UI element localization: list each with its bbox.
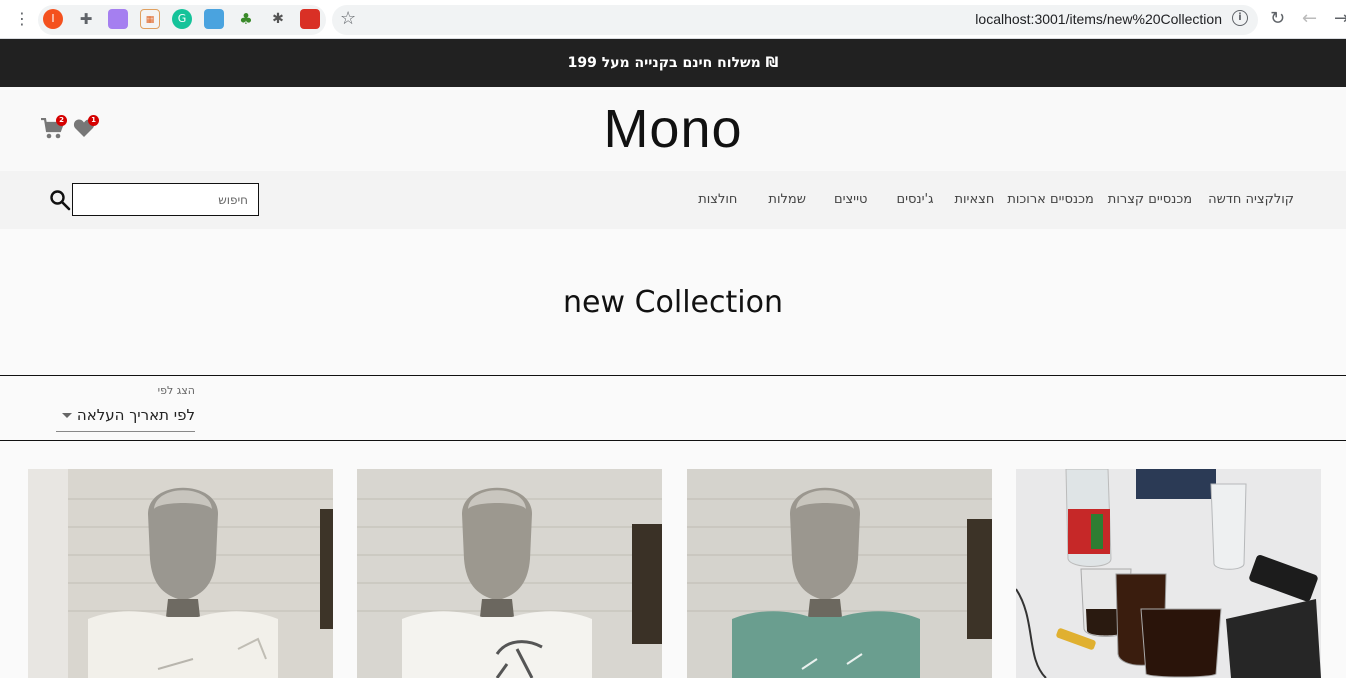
url-text[interactable]: localhost:3001/items/new%20Collection	[975, 11, 1222, 27]
extension-icon-7[interactable]	[300, 9, 320, 29]
promo-banner: משלוח חינם בקנייה מעל 199 ₪	[0, 39, 1346, 87]
site-info-icon[interactable]: i	[1232, 10, 1248, 26]
nav-item-2[interactable]: מכנסיים קצרות	[1108, 171, 1192, 229]
cart-count-badge: 2	[56, 115, 67, 126]
extension-icon-2[interactable]: ▦	[140, 9, 160, 29]
more-vert-icon[interactable]: ⋮	[14, 9, 30, 29]
sort-label: הצג לפי	[157, 384, 195, 397]
extension-icon-1[interactable]	[108, 9, 128, 29]
product-card[interactable]	[687, 469, 992, 678]
nav-items: קולקציה חדשה מכנסיים קצרות מכנסיים ארוכות ח…	[698, 171, 1294, 229]
tree-extension-icon[interactable]: ♣	[236, 9, 256, 29]
reload-icon[interactable]: ↻	[1270, 8, 1285, 29]
product-card[interactable]	[1016, 469, 1321, 678]
product-image[interactable]	[687, 469, 992, 678]
product-card[interactable]	[357, 469, 662, 678]
page-title: new Collection	[563, 285, 783, 320]
product-card[interactable]	[28, 469, 333, 678]
forward-arrow-icon[interactable]: →	[1334, 8, 1346, 29]
product-image[interactable]	[357, 469, 662, 678]
site-logo[interactable]: Mono	[0, 97, 1346, 161]
nav-item-1[interactable]: קולקציה חדשה	[1208, 171, 1294, 229]
nav-item-3[interactable]: מכנסיים ארוכות	[1007, 171, 1093, 229]
profile-avatar-icon[interactable]: I	[43, 9, 63, 29]
divider-bottom	[0, 440, 1346, 441]
bookmark-star-icon[interactable]: ☆	[340, 8, 356, 30]
nav-item-4[interactable]: חצאיות	[954, 171, 994, 229]
nav-item-6[interactable]: טייצים	[834, 171, 868, 229]
product-image[interactable]	[1016, 469, 1321, 678]
bug-extension-icon[interactable]: ✱	[268, 9, 288, 29]
search-icon[interactable]	[49, 189, 71, 211]
search-input[interactable]	[72, 183, 259, 216]
grammarly-extension-icon[interactable]: G	[172, 9, 192, 29]
extension-icon-4[interactable]	[204, 9, 224, 29]
wishlist-count-badge: 1	[88, 115, 99, 126]
sort-select[interactable]: לפי תאריך העלאה	[56, 402, 195, 432]
product-image[interactable]	[28, 469, 333, 678]
sort-selected-value[interactable]: לפי תאריך העלאה	[77, 406, 195, 424]
nav-item-5[interactable]: ג'ינסים	[896, 171, 933, 229]
back-arrow-icon[interactable]: ←	[1302, 8, 1317, 29]
divider-top	[0, 375, 1346, 376]
site-header: Mono	[0, 87, 1346, 171]
nav-item-7[interactable]: שמלות	[768, 171, 806, 229]
extensions-puzzle-icon[interactable]: ✚	[76, 9, 96, 29]
nav-item-8[interactable]: חולצות	[698, 171, 737, 229]
dropdown-arrow-icon[interactable]	[62, 413, 72, 418]
browser-toolbar: ⋮ I ✚ ▦ G ♣ ✱ ☆ localhost:3001/items/new…	[0, 0, 1346, 39]
